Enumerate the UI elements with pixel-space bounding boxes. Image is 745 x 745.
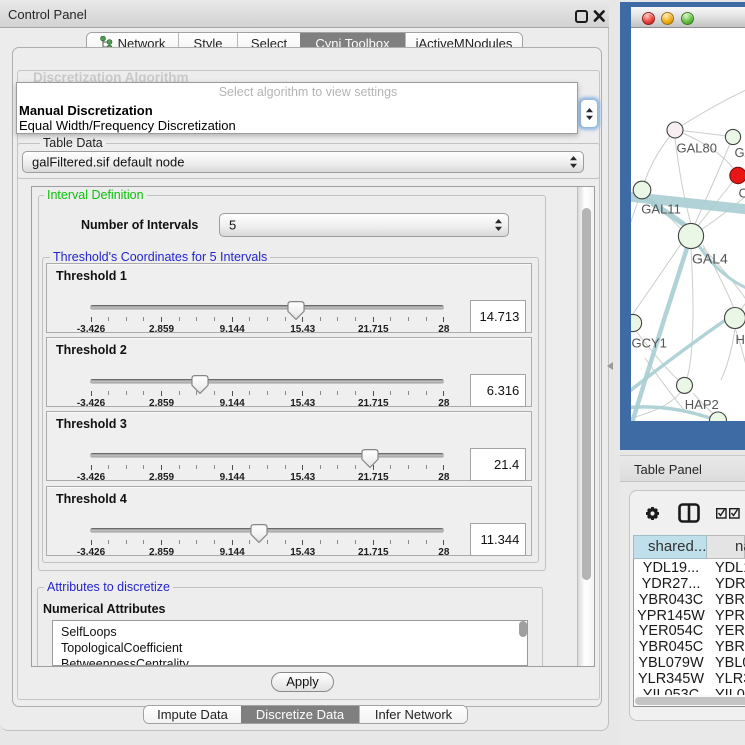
- svg-text:HAP2: HAP2: [685, 397, 719, 412]
- svg-text:GCY1: GCY1: [632, 335, 667, 350]
- svg-text:GAL4: GAL4: [692, 250, 728, 266]
- svg-text:GAL80: GAL80: [677, 141, 717, 156]
- svg-text:GA: GA: [735, 145, 745, 160]
- svg-text:C: C: [739, 185, 745, 200]
- svg-text:H: H: [736, 332, 745, 347]
- svg-text:GAL11: GAL11: [641, 202, 681, 217]
